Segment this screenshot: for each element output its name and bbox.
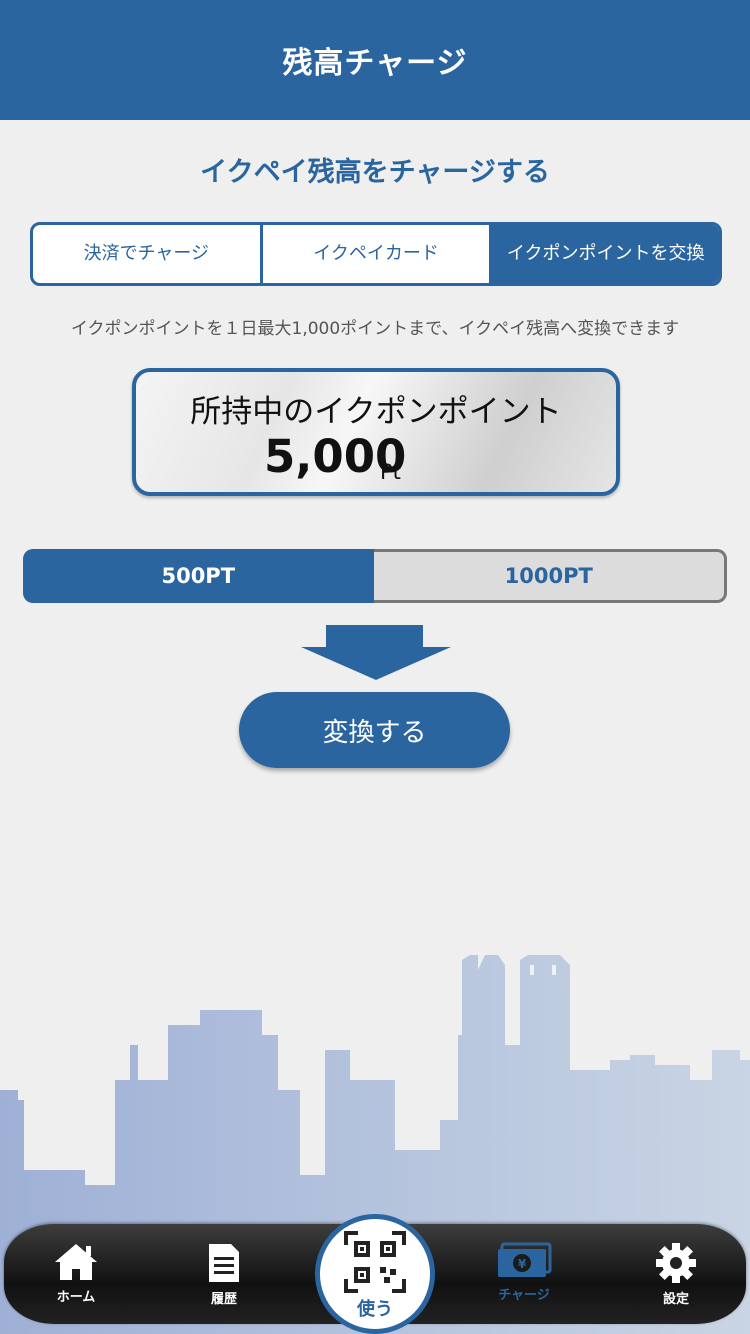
amount-option-1000[interactable]: 1000PT: [373, 549, 727, 603]
tab-point-exchange[interactable]: イクポンポイントを交換: [492, 225, 719, 283]
nav-charge[interactable]: ¥ チャージ: [464, 1224, 584, 1324]
nav-history-label: 履歴: [210, 1292, 237, 1307]
app-header: 残高チャージ: [0, 0, 750, 120]
points-unit: Pt: [380, 460, 401, 484]
points-balance-card: 所持中のイクポンポイント 5,000 Pt: [132, 368, 620, 496]
qr-code-icon: [344, 1231, 406, 1293]
nav-use-button[interactable]: 使う: [315, 1214, 435, 1334]
nav-home-label: ホーム: [56, 1290, 96, 1305]
tab-payment-charge[interactable]: 決済でチャージ: [33, 225, 263, 283]
nav-home[interactable]: ホーム: [16, 1224, 136, 1324]
svg-text:¥: ¥: [518, 1257, 527, 1271]
tab-ikupay-card[interactable]: イクペイカード: [263, 225, 493, 283]
money-icon: ¥: [498, 1242, 552, 1277]
home-icon: [55, 1244, 97, 1280]
section-title: イクペイ残高をチャージする: [200, 157, 550, 188]
nav-charge-label: チャージ: [498, 1288, 550, 1303]
nav-settings[interactable]: 設定: [616, 1224, 736, 1324]
amount-option-500[interactable]: 500PT: [23, 549, 374, 603]
convert-button[interactable]: 変換する: [239, 692, 510, 768]
document-icon: [209, 1244, 239, 1282]
gear-icon: [656, 1243, 696, 1283]
amount-selector: 500PT 1000PT: [23, 549, 727, 603]
tab-point-exchange-label: イクポンポイントを交換: [506, 243, 705, 264]
charge-method-tabs: 決済でチャージ イクペイカード イクポンポイントを交換: [30, 222, 722, 286]
exchange-notice: イクポンポイントを１日最大1,000ポイントまで、イクペイ残高へ変換できます: [70, 319, 680, 339]
nav-use-label: 使う: [357, 1299, 393, 1320]
points-balance-label: 所持中のイクポンポイント: [190, 394, 562, 430]
page-title: 残高チャージ: [282, 46, 468, 81]
nav-settings-label: 設定: [662, 1292, 689, 1307]
nav-history[interactable]: 履歴: [164, 1224, 284, 1324]
arrow-down-icon: [301, 625, 451, 680]
